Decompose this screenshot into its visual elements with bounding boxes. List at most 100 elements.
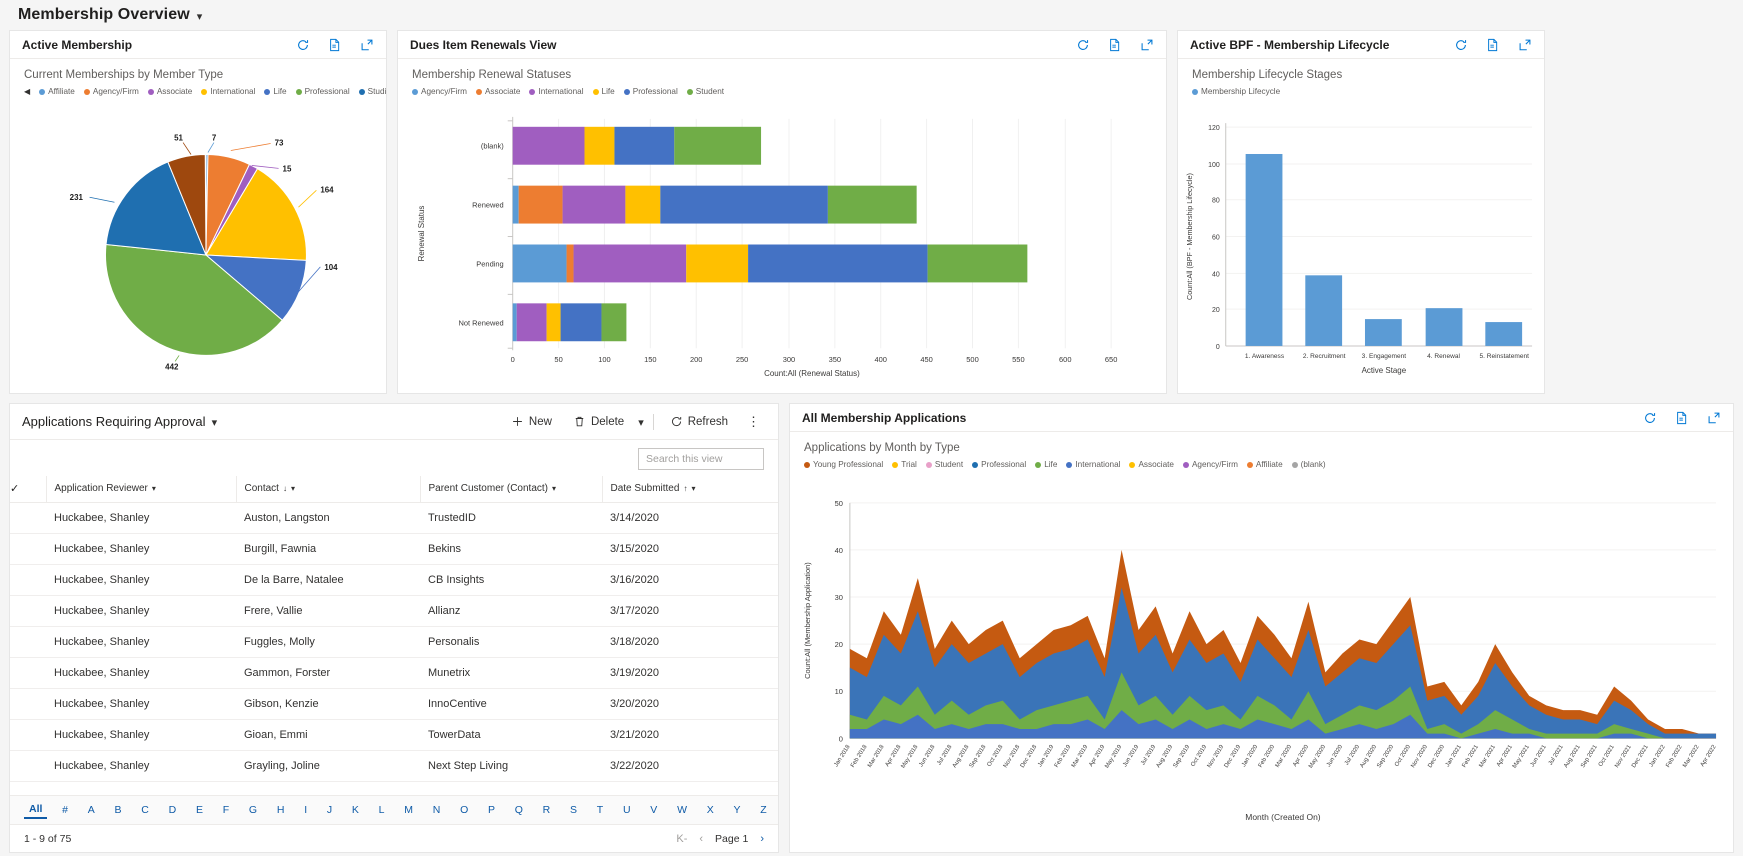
cell-contact[interactable]: Grayling, Joline [236,750,420,782]
legend-item[interactable]: Young Professional [804,460,883,469]
table-row[interactable]: Huckabee, Shanley Fuggles, Molly Personali… [10,626,778,658]
alpha-filter-h[interactable]: H [272,802,290,818]
legend-item[interactable]: Agency/Firm [1182,460,1238,469]
more-vertical-icon[interactable]: ⋮ [742,414,766,430]
search-box[interactable] [638,448,781,470]
row-checkbox[interactable] [10,533,46,565]
cell-parent-customer[interactable]: Next Step Living [420,750,602,782]
row-checkbox[interactable] [10,564,46,596]
search-input[interactable] [646,453,781,465]
bpf-bars[interactable] [1245,153,1523,346]
column-header-date-submitted[interactable]: Date Submitted ↑ ▾ [601,476,778,503]
alpha-filter-p[interactable]: P [483,802,500,818]
expand-icon[interactable] [1140,38,1154,52]
alpha-filter-n[interactable]: N [428,802,446,818]
table-row[interactable]: Huckabee, Shanley Gammon, Forster Munetrix… [10,657,778,689]
cell-application-reviewer[interactable]: Huckabee, Shanley [46,626,236,658]
expand-icon[interactable] [1518,38,1532,52]
cell-parent-customer[interactable]: Allianz [420,595,602,627]
legend-item[interactable]: Professional [972,460,1026,469]
cell-parent-customer[interactable]: InnoCentive [420,688,602,720]
refresh-button[interactable]: Refresh [663,411,735,432]
export-records-icon[interactable] [1108,38,1122,52]
alpha-filter-a[interactable]: A [83,802,100,818]
cell-parent-customer[interactable]: Bekins [420,533,602,565]
legend-item[interactable]: International [201,87,255,96]
cell-contact[interactable]: Fuggles, Molly [236,626,420,658]
alpha-filter-k[interactable]: K [347,802,364,818]
legend-item[interactable]: Student [925,460,963,469]
delete-button[interactable]: Delete [566,411,631,432]
alpha-filter-l[interactable]: L [374,802,390,818]
cell-contact[interactable]: Auston, Langston [236,502,420,534]
alpha-filter-s[interactable]: S [565,802,582,818]
alpha-filter-d[interactable]: D [164,802,182,818]
legend-item[interactable]: International [1066,460,1120,469]
row-checkbox[interactable] [10,595,46,627]
first-page-button[interactable]: K- [676,833,687,845]
cell-contact[interactable]: Frere, Vallie [236,595,420,627]
legend-item[interactable]: Affiliate [39,87,75,96]
cell-parent-customer[interactable]: TowerData [420,719,602,751]
cell-contact[interactable]: Burgill, Fawnia [236,533,420,565]
cell-application-reviewer[interactable]: Huckabee, Shanley [46,688,236,720]
legend-item[interactable]: International [529,87,584,96]
table-row[interactable]: Huckabee, Shanley Auston, Langston Trusted… [10,502,778,534]
row-checkbox[interactable] [10,719,46,751]
select-all-checkbox[interactable]: ✓ [10,476,46,503]
alpha-filter-o[interactable]: O [455,802,473,818]
cell-parent-customer[interactable]: CB Insights [420,564,602,596]
alpha-filter-c[interactable]: C [136,802,154,818]
cell-contact[interactable]: De la Barre, Natalee [236,564,420,596]
alpha-filter-v[interactable]: V [645,802,662,818]
row-checkbox[interactable] [10,657,46,689]
legend-item[interactable]: Life [592,87,615,96]
alpha-filter-q[interactable]: Q [510,802,528,818]
alpha-filter-r[interactable]: R [538,802,556,818]
alpha-filter-i[interactable]: I [299,802,312,818]
row-checkbox[interactable] [10,502,46,534]
bar-group-pending[interactable] [512,244,1028,283]
table-row[interactable]: Huckabee, Shanley Gioan, Emmi TowerData 3/2… [10,719,778,751]
next-page-button[interactable]: › [760,833,764,845]
alpha-filter-t[interactable]: T [592,802,608,818]
column-header-contact[interactable]: Contact ↓ ▾ [235,476,420,503]
export-records-icon[interactable] [328,38,342,52]
legend-item[interactable]: Life [264,87,287,96]
legend-item[interactable]: Affiliate [1246,460,1283,469]
alpha-filter-u[interactable]: U [618,802,636,818]
cell-parent-customer[interactable]: Personalis [420,626,602,658]
refresh-icon[interactable] [296,38,310,52]
new-button[interactable]: New [504,411,559,432]
table-row[interactable]: Huckabee, Shanley Grayling, Joline Next St… [10,750,778,782]
alpha-filter-e[interactable]: E [191,802,208,818]
alpha-filter-#[interactable]: # [57,802,73,818]
export-records-icon[interactable] [1675,411,1689,425]
legend-item[interactable]: Life [1035,460,1057,469]
cell-application-reviewer[interactable]: Huckabee, Shanley [46,719,236,751]
row-checkbox[interactable] [10,688,46,720]
legend-item[interactable]: (blank) [1291,460,1326,469]
chevron-down-icon[interactable]: ▾ [212,416,218,429]
expand-icon[interactable] [360,38,374,52]
table-row[interactable]: Huckabee, Shanley De la Barre, Natalee CB … [10,564,778,596]
alpha-filter-x[interactable]: X [702,802,719,818]
cell-parent-customer[interactable]: Munetrix [420,657,602,689]
alpha-filter-y[interactable]: Y [729,802,746,818]
cell-contact[interactable]: Gibson, Kenzie [236,688,420,720]
table-row[interactable]: Huckabee, Shanley Gibson, Kenzie InnoCenti… [10,688,778,720]
row-checkbox[interactable] [10,750,46,782]
refresh-icon[interactable] [1076,38,1090,52]
legend-item[interactable]: Student [686,87,724,96]
cell-application-reviewer[interactable]: Huckabee, Shanley [46,595,236,627]
chevron-down-icon[interactable]: ▾ [197,10,203,23]
row-checkbox[interactable] [10,626,46,658]
refresh-icon[interactable] [1454,38,1468,52]
alpha-filter-g[interactable]: G [244,802,262,818]
alpha-filter-m[interactable]: M [399,802,418,818]
refresh-icon[interactable] [1643,411,1657,425]
legend-item[interactable]: Agency/Firm [83,87,139,96]
cell-contact[interactable]: Gammon, Forster [236,657,420,689]
export-records-icon[interactable] [1486,38,1500,52]
legend-scroll-left-icon[interactable]: ◀ [24,87,30,96]
